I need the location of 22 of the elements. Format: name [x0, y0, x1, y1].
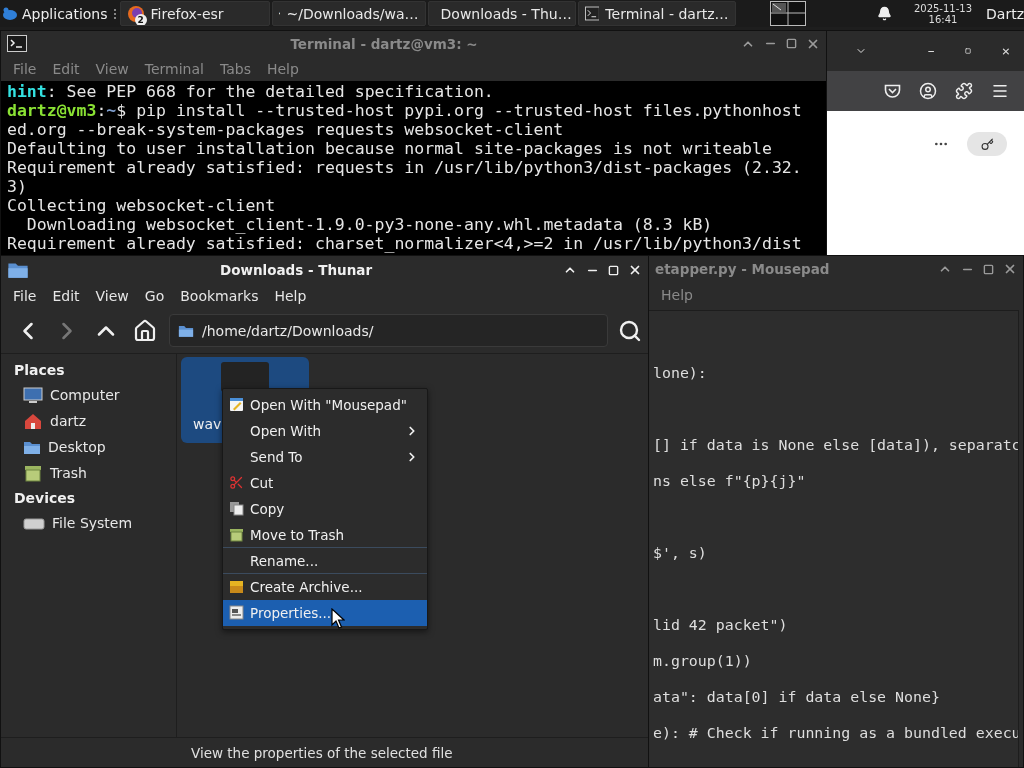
terminal-line: dartz@vm3:~$ pip install --trusted-host pypi.org --trusted-host files.pythonhost: [7, 101, 803, 120]
terminal-line: Downloading websocket_client-1.9.0-py3-none-any.whl.metadata (8.3 kB): [25, 215, 714, 234]
code-line: lone):: [653, 363, 708, 384]
terminal-line: Defaulting to user installation because normal site-packages is not writeable: [7, 139, 773, 158]
count-badge: 2: [134, 14, 147, 25]
sidebar-heading: Places: [13, 361, 66, 380]
window-title: etapper.py - Mousepad: [655, 261, 831, 277]
window-title: Downloads - Thunar: [218, 262, 374, 278]
code-line: lid 42 packet"): [653, 615, 789, 636]
terminal-line: ed.org --break-system-packages requests websocket-client: [7, 120, 565, 139]
code-line: m.group(1)): [653, 651, 753, 672]
terminal-line: Requirement already satisfied: charset_normalizer<4,>=2 in /usr/lib/python3/dist: [7, 234, 803, 253]
sidebar-heading: Devices: [13, 489, 77, 508]
terminal-line: hint: See PEP 668 for the detailed specification.: [7, 82, 495, 101]
window-title: Terminal - dartz@vm3: ~: [289, 35, 479, 52]
terminal-line: Collecting websocket-client: [7, 196, 277, 215]
terminal-line: Requirement already satisfied: requests in /usr/lib/python3/dist-packages (2.32.: [7, 158, 803, 177]
code-line: ns else f"{p}{j}": [653, 471, 807, 492]
status-text: View the properties of the selected file: [190, 744, 453, 761]
code-line: ata": data[0] if data else None}: [653, 687, 941, 708]
code-line: $', s): [653, 543, 708, 564]
terminal-line: 3): [7, 177, 28, 196]
